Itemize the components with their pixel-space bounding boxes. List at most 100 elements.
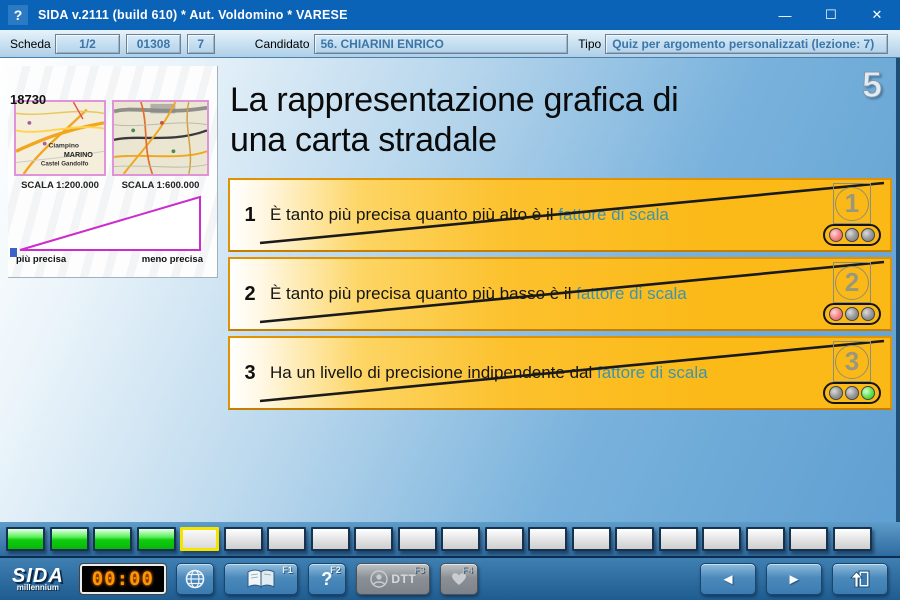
listen-f4-button[interactable]: F4 (440, 563, 478, 595)
wedge-left-label: più precisa (16, 254, 66, 265)
progress-cell-todo[interactable] (398, 527, 437, 551)
traffic-light[interactable] (823, 382, 881, 404)
answer-number: 1 (230, 204, 270, 227)
figure-number: 18730 (10, 92, 46, 107)
question-title: La rappresentazione grafica di una carta… (230, 80, 850, 160)
globe-icon (184, 568, 206, 590)
f2-key-label: F2 (330, 565, 341, 575)
map-thumbnail-2 (112, 100, 209, 176)
answer-row-1[interactable]: 1 È tanto più precisa quanto più alto è … (228, 178, 892, 252)
minimize-button[interactable]: — (762, 0, 808, 30)
map-place-2: MARINO (64, 151, 93, 159)
f3-key-label: F3 (414, 565, 425, 575)
answer-keyword-link[interactable]: fattore di scala (576, 284, 687, 303)
prev-question-button[interactable]: ◄ (700, 563, 756, 595)
map2-caption: SCALA 1:600.000 (112, 180, 209, 191)
light-3 (861, 386, 875, 400)
answer-badge: 3 (833, 341, 871, 382)
precision-wedge (18, 194, 204, 254)
light-3 (861, 228, 875, 242)
dtt-f3-button[interactable]: DTT F3 (356, 563, 430, 595)
progress-cell-todo[interactable] (746, 527, 785, 551)
answer-number: 3 (230, 362, 270, 385)
progress-cell-todo[interactable] (441, 527, 480, 551)
map-place-3: Castel Gandolfo (41, 160, 89, 167)
traffic-light[interactable] (823, 224, 881, 246)
light-1 (829, 386, 843, 400)
sida-logo: SIDA millennium (12, 566, 64, 592)
manual-f1-button[interactable]: F1 (224, 563, 298, 595)
question-area: 18730 Ciampino MARINO Castel Gandolfo (0, 58, 900, 522)
light-2 (845, 386, 859, 400)
prev-arrow-icon: ◄ (721, 571, 736, 588)
exit-button[interactable] (832, 563, 888, 595)
progress-cell-todo[interactable] (485, 527, 524, 551)
progress-cell-todo[interactable] (311, 527, 350, 551)
progress-cell-todo[interactable] (572, 527, 611, 551)
tipo-label: Tipo (578, 37, 601, 51)
card-corner-icon (10, 248, 17, 257)
progress-strip (0, 522, 900, 556)
answer-row-3[interactable]: 3 Ha un livello di precisione indipenden… (228, 336, 892, 410)
map1-caption: SCALA 1:200.000 (14, 180, 106, 191)
progress-cell-todo[interactable] (267, 527, 306, 551)
progress-cell-todo[interactable] (615, 527, 654, 551)
scheda-value-field[interactable]: 1/2 (55, 34, 121, 54)
progress-cell-todo[interactable] (659, 527, 698, 551)
progress-cell-todo[interactable] (224, 527, 263, 551)
answer-badge: 2 (833, 262, 871, 303)
answers-list: 1 È tanto più precisa quanto più alto è … (228, 178, 892, 415)
scheda-label: Scheda (10, 37, 51, 51)
progress-cell-done[interactable] (50, 527, 89, 551)
ministry-emblem-icon (369, 569, 389, 589)
close-button[interactable]: ✕ (854, 0, 900, 30)
traffic-light[interactable] (823, 303, 881, 325)
progress-cell-done[interactable] (93, 527, 132, 551)
answer-text: È tanto più precisa quanto più alto è il… (270, 205, 755, 225)
progress-cell-done[interactable] (137, 527, 176, 551)
question-number: 5 (862, 64, 882, 106)
tipo-field[interactable]: Quiz per argomento personalizzati (lezio… (605, 34, 888, 54)
dtt-label: DTT (391, 572, 416, 586)
right-edge-strip (896, 58, 900, 522)
card-number-field[interactable]: 01308 (126, 34, 180, 54)
answer-row-2[interactable]: 2 È tanto più precisa quanto più basso è… (228, 257, 892, 331)
answer-number: 2 (230, 283, 270, 306)
progress-cell-todo[interactable] (528, 527, 567, 551)
answer-badge: 1 (833, 183, 871, 224)
titlebar: ? SIDA v.2111 (build 610) * Aut. Voldomi… (0, 0, 900, 30)
help-icon[interactable]: ? (8, 5, 28, 25)
map-thumbnail-1: Ciampino MARINO Castel Gandolfo (14, 100, 106, 176)
help-f2-button[interactable]: ? F2 (308, 563, 346, 595)
window-title: SIDA v.2111 (build 610) * Aut. Voldomino… (38, 8, 348, 22)
timer-display: 00:00 (80, 564, 166, 594)
question-count-field[interactable]: 7 (187, 34, 215, 54)
light-2 (845, 228, 859, 242)
answer-text: È tanto più precisa quanto più basso è i… (270, 284, 773, 304)
answer-text: Ha un livello di precisione indipendente… (270, 363, 794, 383)
progress-cell-todo[interactable] (702, 527, 741, 551)
light-2 (845, 307, 859, 321)
exit-door-icon (849, 569, 871, 589)
light-3 (861, 307, 875, 321)
question-figure-card: 18730 Ciampino MARINO Castel Gandolfo (8, 66, 218, 278)
light-1 (829, 228, 843, 242)
quiz-header-bar: Scheda 1/2 01308 7 Candidato 56. CHIARIN… (0, 30, 900, 58)
progress-cell-todo[interactable] (833, 527, 872, 551)
answer-keyword-link[interactable]: fattore di scala (558, 205, 669, 224)
f4-key-label: F4 (462, 565, 473, 575)
book-icon (246, 568, 276, 590)
light-1 (829, 307, 843, 321)
wedge-right-label: meno precisa (142, 254, 203, 265)
candidato-field[interactable]: 56. CHIARINI ENRICO (314, 34, 569, 54)
map-place-1: Ciampino (49, 142, 79, 149)
candidato-label: Candidato (255, 37, 310, 51)
progress-cell-current[interactable] (180, 527, 219, 551)
globe-button[interactable] (176, 563, 214, 595)
progress-cell-todo[interactable] (789, 527, 828, 551)
next-question-button[interactable]: ► (766, 563, 822, 595)
answer-keyword-link[interactable]: fattore di scala (597, 363, 708, 382)
progress-cell-done[interactable] (6, 527, 45, 551)
maximize-button[interactable]: ☐ (808, 0, 854, 30)
progress-cell-todo[interactable] (354, 527, 393, 551)
